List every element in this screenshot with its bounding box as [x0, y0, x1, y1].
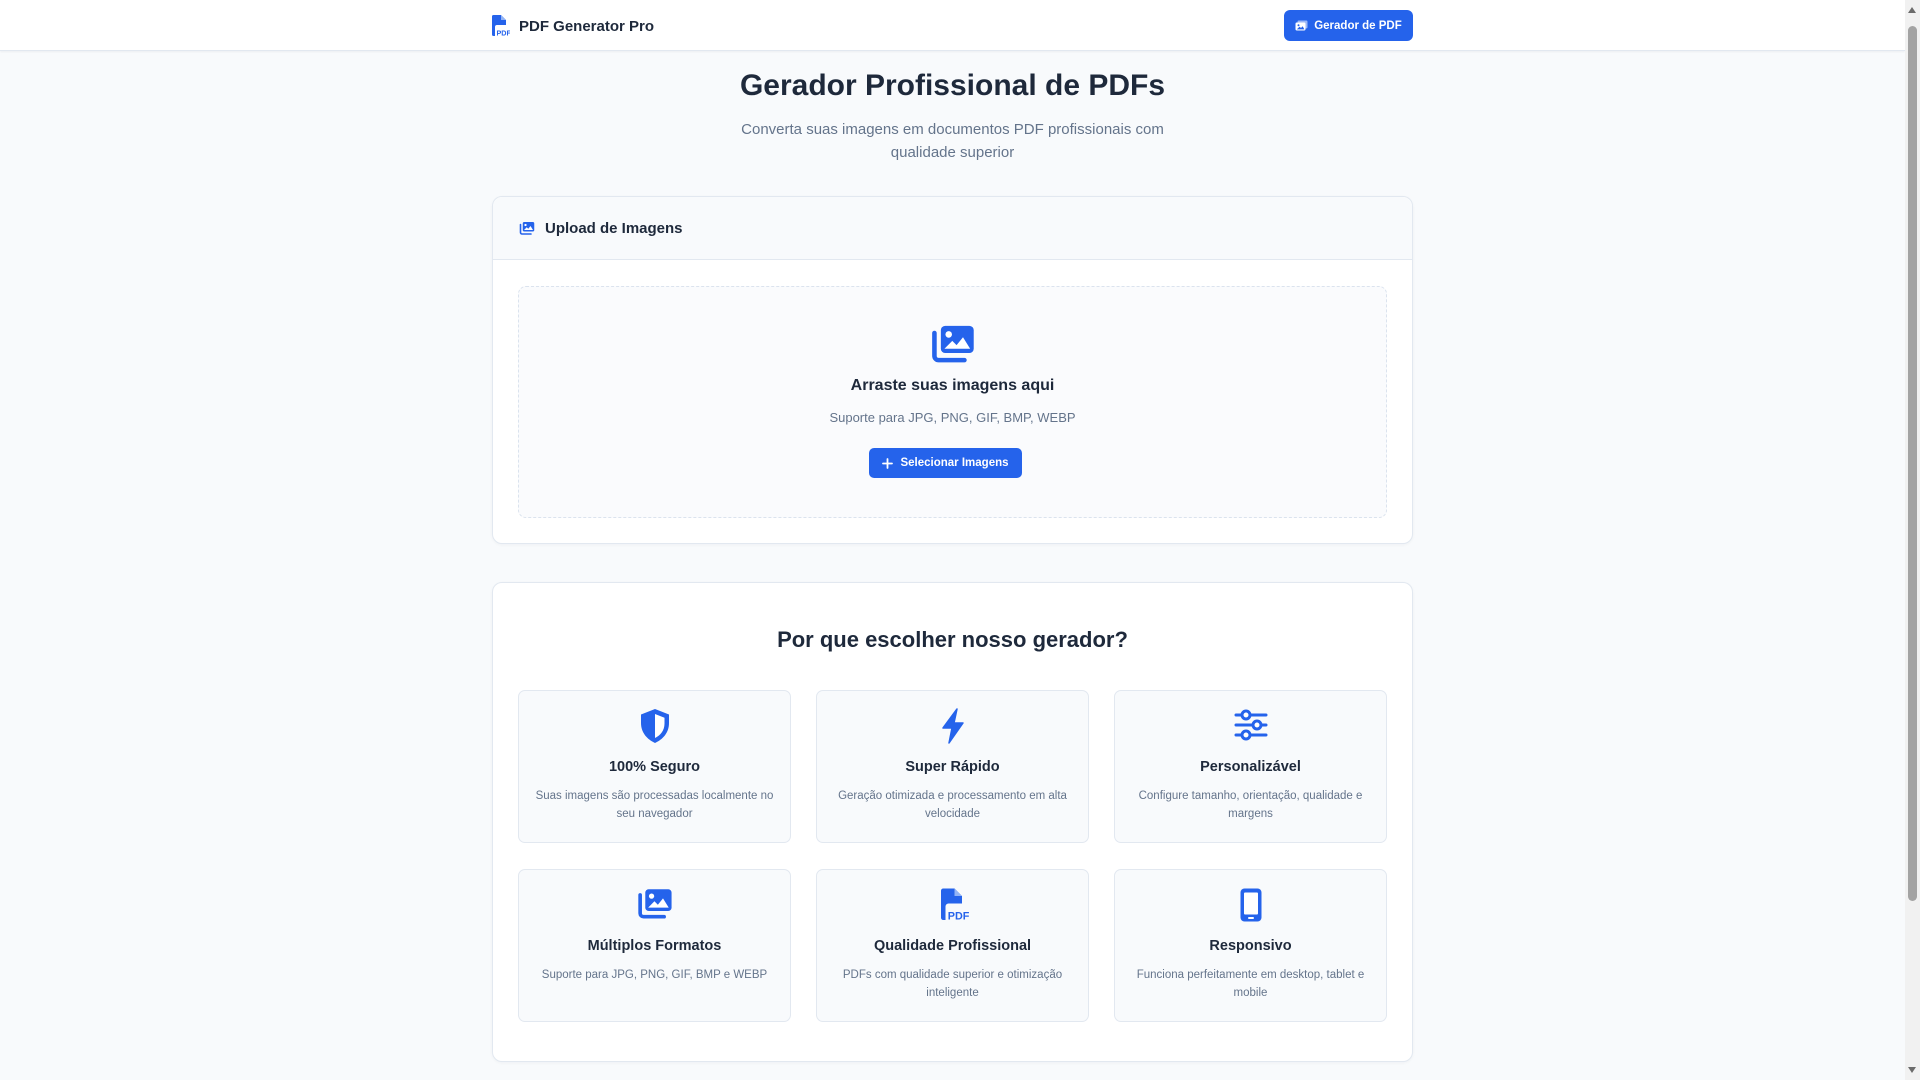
shield-icon [639, 708, 671, 746]
feature-description: Configure tamanho, orientação, qualidade… [1138, 790, 1363, 820]
feature-title: Responsivo [1209, 938, 1292, 954]
feature-card-secure: 100% Seguro Suas imagens são processadas… [518, 690, 791, 843]
page-title: Gerador Profissional de PDFs [739, 69, 1166, 102]
navbar: PDF PDF Generator Pro Gerador de PDF [0, 0, 1905, 51]
feature-description: Geração otimizada e processamento em alt… [838, 790, 1067, 820]
bolt-icon [939, 708, 967, 746]
feature-card-responsive: Responsivo Funciona perfeitamente em des… [1114, 869, 1387, 1022]
mobile-icon [1239, 887, 1263, 925]
feature-card-fast: Super Rápido Geração otimizada e process… [816, 690, 1089, 843]
upload-card: Upload de Imagens Arraste suas imagens a… [492, 196, 1413, 544]
brand[interactable]: PDF PDF Generator Pro [490, 14, 654, 38]
images-icon [519, 221, 535, 235]
feature-card-quality: PDF Qualidade Profissional PDFs com qual… [816, 869, 1089, 1022]
feature-title: Múltiplos Formatos [587, 938, 722, 954]
images-icon [636, 887, 674, 925]
upload-card-title: Upload de Imagens [545, 219, 683, 237]
plus-icon [882, 457, 894, 469]
svg-text:PDF: PDF [947, 910, 969, 922]
select-images-button[interactable]: Selecionar Imagens [869, 448, 1022, 478]
feature-card-formats: Múltiplos Formatos Suporte para JPG, PNG… [518, 869, 791, 1022]
dropzone-title: Arraste suas imagens aqui [850, 377, 1055, 394]
feature-description: PDFs com qualidade superior e otimização… [842, 969, 1063, 999]
feature-description: Suas imagens são processadas localmente … [535, 790, 774, 820]
feature-title: Qualidade Profissional [873, 938, 1032, 954]
scroll-up-arrow-icon[interactable] [1908, 7, 1916, 13]
feature-card-customizable: Personalizável Configure tamanho, orient… [1114, 690, 1387, 843]
features-card: Por que escolher nosso gerador? 100% Seg… [492, 582, 1413, 1062]
feature-title: Personalizável [1200, 759, 1301, 775]
sliders-icon [1234, 708, 1268, 746]
select-images-button-label: Selecionar Imagens [900, 457, 1009, 469]
pdf-generator-icon [1295, 20, 1308, 31]
file-pdf-icon: PDF [936, 887, 970, 925]
dropzone-subtitle: Suporte para JPG, PNG, GIF, BMP, WEBP [829, 410, 1076, 425]
pdf-generator-button[interactable]: Gerador de PDF [1284, 10, 1413, 41]
scrollbar-thumb[interactable] [1908, 26, 1917, 901]
feature-title: Super Rápido [905, 759, 1000, 775]
features-title: Por que escolher nosso gerador? [777, 627, 1128, 652]
feature-description: Funciona perfeitamente em desktop, table… [1136, 969, 1365, 999]
feature-description: Suporte para JPG, PNG, GIF, BMP e WEBP [541, 969, 768, 981]
page-subtitle: Converta suas imagens em documentos PDF … [741, 121, 1164, 161]
hero: Gerador Profissional de PDFs Converta su… [0, 66, 1905, 164]
dropzone[interactable]: Arraste suas imagens aqui Suporte para J… [518, 286, 1387, 518]
pdf-generator-button-label: Gerador de PDF [1314, 19, 1402, 32]
scroll-down-arrow-icon[interactable] [1908, 1067, 1916, 1073]
svg-text:PDF: PDF [497, 29, 511, 38]
feature-title: 100% Seguro [608, 759, 701, 775]
upload-card-header: Upload de Imagens [493, 197, 1412, 260]
file-pdf-icon: PDF [490, 14, 510, 38]
brand-name: PDF Generator Pro [519, 17, 655, 35]
vertical-scrollbar[interactable] [1905, 0, 1920, 1080]
images-icon [928, 323, 978, 363]
page: PDF PDF Generator Pro Gerador de PDF Ger… [0, 0, 1920, 1080]
